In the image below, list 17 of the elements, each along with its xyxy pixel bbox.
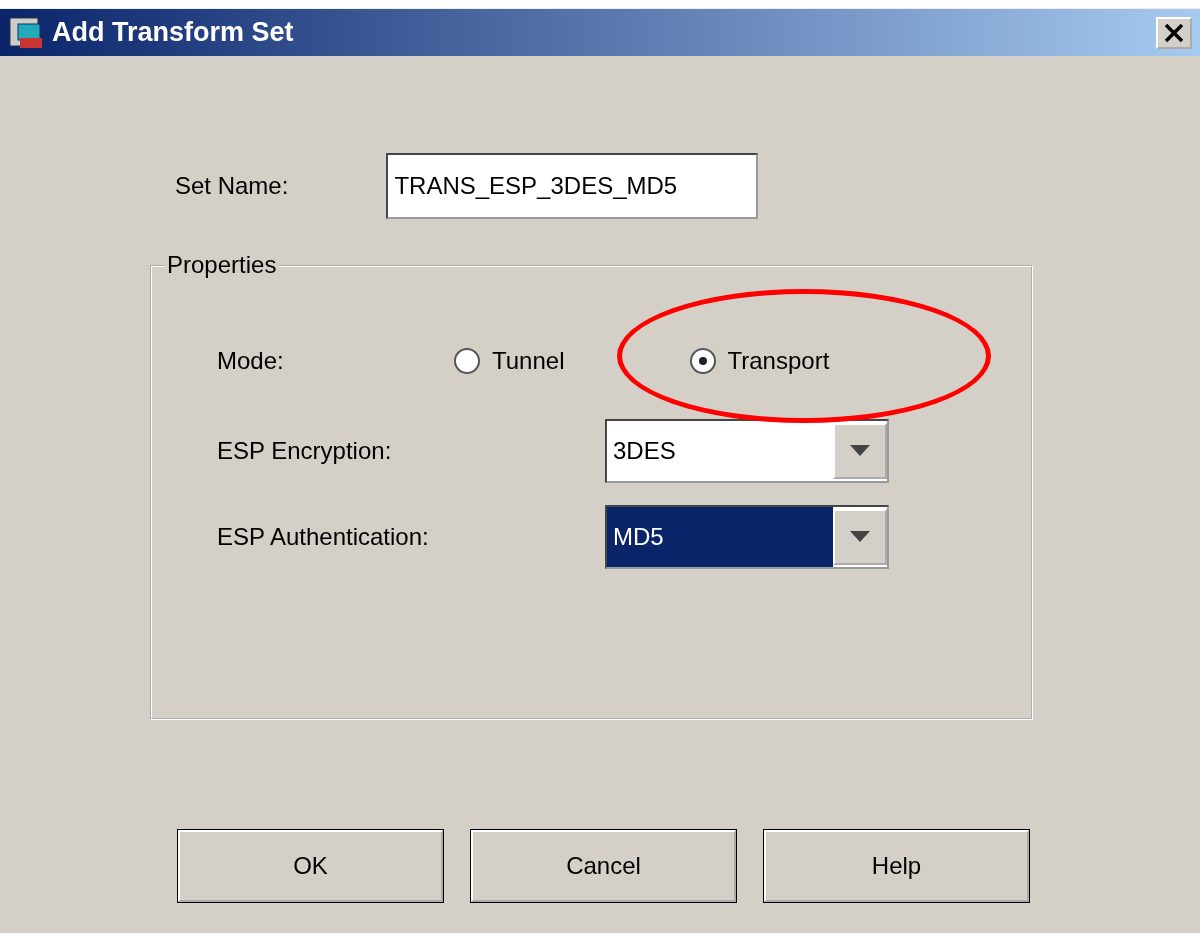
window-title: Add Transform Set bbox=[52, 17, 295, 48]
set-name-label: Set Name: bbox=[175, 172, 289, 200]
caret-icon bbox=[850, 445, 870, 457]
radio-option[interactable]: Tunnel bbox=[454, 347, 565, 375]
dialog-button[interactable]: OK bbox=[178, 830, 443, 902]
close-icon bbox=[1163, 22, 1185, 43]
mode-label: Mode: bbox=[217, 347, 285, 375]
select-label: ESP Authentication: bbox=[217, 523, 430, 551]
dropdown[interactable]: MD5 bbox=[605, 505, 889, 569]
select-label: ESP Encryption: bbox=[217, 437, 393, 465]
set-name-field[interactable]: TRANS_ESP_3DES_MD5 bbox=[386, 153, 759, 219]
dialog-button[interactable]: Cancel bbox=[471, 830, 736, 902]
dropdown[interactable]: 3DES bbox=[605, 419, 889, 483]
close-button[interactable] bbox=[1156, 16, 1192, 49]
caret-icon bbox=[850, 531, 870, 543]
radio-option[interactable]: Transport bbox=[689, 347, 830, 375]
dialog-button[interactable]: Help bbox=[764, 830, 1029, 902]
